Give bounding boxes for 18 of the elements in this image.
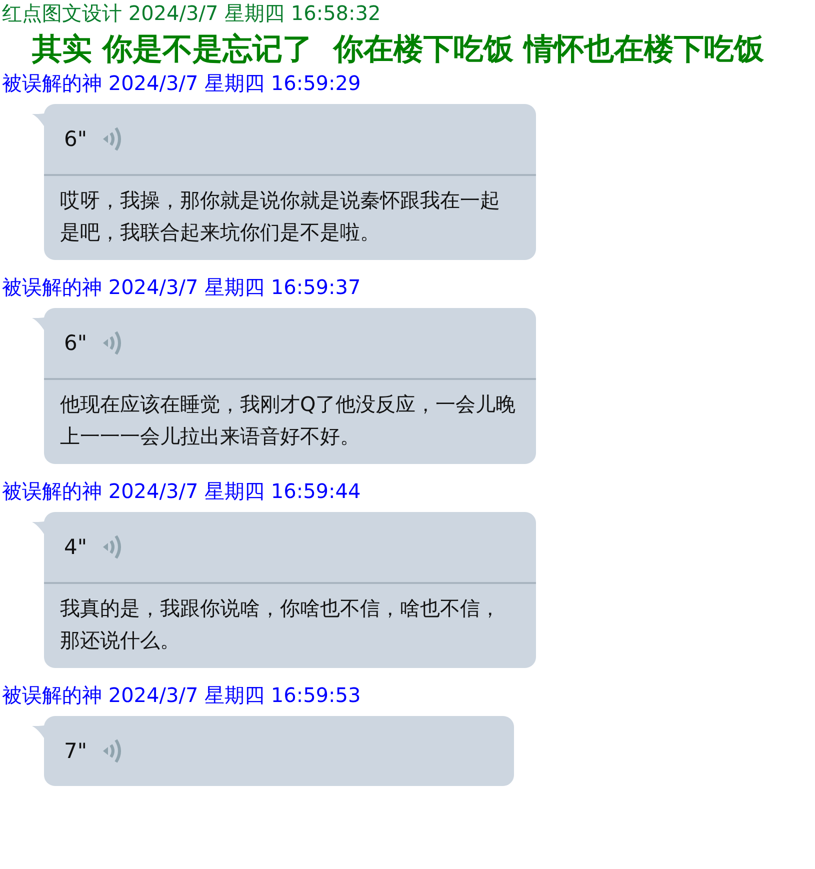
transcript-text: 我真的是，我跟你说啥，你啥也不信，啥也不信，那还说什么。 — [44, 582, 536, 668]
timestamp: 2024/3/7 星期四 16:58:32 — [128, 1, 381, 25]
transcript-text: 哎呀，我操，那你就是说你就是说秦怀跟我在一起是吧，我联合起来坑你们是不是啦。 — [44, 174, 536, 260]
voice-duration: 6" — [64, 331, 88, 355]
timestamp: 2024/3/7 星期四 16:59:44 — [108, 479, 361, 503]
sender-name: 被误解的神 — [2, 275, 102, 299]
voice-duration: 7" — [64, 739, 88, 763]
transcript-text: 他现在应该在睡觉，我刚才Q了他没反应，一会儿晚上一一一会儿拉出来语音好不好。 — [44, 378, 536, 464]
timestamp: 2024/3/7 星期四 16:59:37 — [108, 275, 361, 299]
sender-name: 被误解的神 — [2, 71, 102, 95]
message-text: 其实 你是不是忘记了 你在楼下吃饭 情怀也在楼下吃饭 — [32, 31, 765, 69]
timestamp: 2024/3/7 星期四 16:59:29 — [108, 71, 361, 95]
sender-name: 被误解的神 — [2, 479, 102, 503]
timestamp: 2024/3/7 星期四 16:59:53 — [108, 683, 361, 707]
voice-duration: 6" — [64, 127, 88, 151]
voice-duration: 4" — [64, 535, 88, 559]
sender-name: 被误解的神 — [2, 683, 102, 707]
sender-name: 红点图文设计 — [2, 1, 122, 25]
